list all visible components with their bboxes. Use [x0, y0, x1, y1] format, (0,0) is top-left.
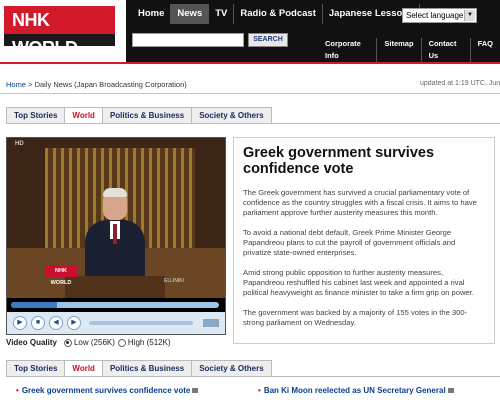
main-nav: Home News TV Radio & Podcast Japanese Le…	[132, 4, 421, 24]
site-header: NHK WORLD Home News TV Radio & Podcast J…	[0, 0, 500, 62]
tabs-underline	[243, 376, 500, 377]
bullet-icon: •	[258, 386, 261, 395]
tab-politics-business[interactable]: Politics & Business	[103, 108, 193, 123]
quality-low-radio[interactable]	[63, 338, 72, 347]
video-icon	[192, 388, 199, 394]
tab-society-others[interactable]: Society & Others	[192, 108, 270, 123]
player-controls: ▶ ■ ◀ ▶	[7, 312, 225, 334]
category-tabs-bottom: Top Stories World Politics & Business So…	[6, 360, 272, 377]
rewind-icon[interactable]: ◀	[49, 316, 63, 330]
nhk-world-logo[interactable]: NHK WORLD	[4, 6, 115, 58]
divider	[0, 93, 500, 94]
tab-politics-business[interactable]: Politics & Business	[103, 361, 193, 376]
play-icon[interactable]: ▶	[13, 316, 27, 330]
nav-radio-podcast[interactable]: Radio & Podcast	[234, 4, 323, 24]
updated-timestamp: updated at 1:19 UTC, Jun. 22	[420, 80, 500, 87]
chevron-down-icon: ▼	[464, 10, 475, 21]
volume-icon[interactable]	[203, 319, 219, 327]
language-select[interactable]: Select language ▼	[402, 8, 477, 23]
quality-high-label: High (512K)	[127, 338, 171, 347]
video-player[interactable]: HD NHK WORLD ELLINIKI ▶ ■ ◀ ▶	[6, 137, 226, 335]
breadcrumb-current: Daily News (Japan Broadcasting Corporati…	[34, 80, 187, 89]
nav-home[interactable]: Home	[132, 4, 172, 24]
breadcrumb: Home > Daily News (Japan Broadcasting Co…	[6, 80, 187, 89]
hd-badge: HD	[15, 141, 24, 147]
nav-faq[interactable]: FAQ	[469, 38, 500, 62]
tab-society-others[interactable]: Society & Others	[192, 361, 270, 376]
video-frame[interactable]: HD NHK WORLD ELLINIKI	[7, 138, 225, 298]
tabs-underline	[243, 123, 500, 124]
article-paragraph: Amid strong public opposition to further…	[243, 268, 474, 297]
sub-nav: Corporate Info Sitemap Contact Us FAQ	[318, 38, 500, 62]
bullet-icon: •	[16, 386, 19, 395]
nav-news[interactable]: News	[171, 4, 210, 24]
nav-corporate-info[interactable]: Corporate Info	[318, 38, 376, 62]
quality-low-label: Low (256K)	[73, 338, 115, 347]
search-input[interactable]	[132, 33, 244, 47]
buffer-progress-bar[interactable]	[11, 302, 219, 308]
article-paragraph: The Greek government has survived a cruc…	[243, 188, 477, 217]
channel-bug: ELLINIKI	[164, 278, 185, 284]
news-link[interactable]: • Greek government survives confidence vo…	[16, 386, 199, 395]
fast-forward-icon[interactable]: ▶	[67, 316, 81, 330]
search-button[interactable]: SEARCH	[248, 33, 288, 47]
header-divider	[0, 62, 500, 64]
buffer-progress-fill	[11, 302, 57, 308]
lectern	[65, 276, 165, 298]
video-watermark: NHK WORLD	[45, 265, 77, 286]
article-box: Greek government survives confidence vot…	[233, 137, 495, 344]
nav-tv[interactable]: TV	[209, 4, 235, 24]
nav-contact-us[interactable]: Contact Us	[420, 38, 470, 62]
video-quality-selector: Video Quality Low (256K) High (512K)	[6, 338, 171, 347]
article-paragraph: The government was backed by a majority …	[243, 308, 468, 327]
stop-icon[interactable]: ■	[31, 316, 45, 330]
tab-world[interactable]: World	[65, 361, 103, 376]
tab-world[interactable]: World	[65, 108, 103, 123]
category-tabs: Top Stories World Politics & Business So…	[6, 107, 272, 124]
breadcrumb-home[interactable]: Home	[6, 80, 26, 89]
nav-sitemap[interactable]: Sitemap	[376, 38, 420, 62]
tab-top-stories[interactable]: Top Stories	[7, 361, 66, 376]
video-icon	[447, 388, 454, 394]
article-paragraph: To avoid a national debt default, Greek …	[243, 228, 456, 257]
article-headline: Greek government survives confidence vot…	[243, 145, 435, 177]
news-link[interactable]: • Ban Ki Moon reelected as UN Secretary G…	[258, 386, 454, 395]
quality-high-radio[interactable]	[117, 338, 126, 347]
seek-slider[interactable]	[89, 321, 193, 325]
tab-top-stories[interactable]: Top Stories	[7, 108, 66, 123]
